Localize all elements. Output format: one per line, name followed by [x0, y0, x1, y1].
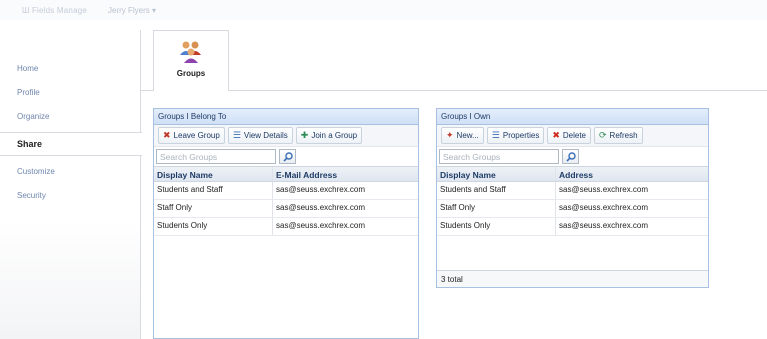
refresh-label: Refresh — [609, 131, 638, 140]
new-group-label: New... — [456, 131, 479, 140]
search-icon — [565, 151, 576, 162]
top-bar: Ш Fields Manage Jerry Flyers ▾ — [0, 0, 767, 20]
cell-address: sas@seuss.exchrex.com — [555, 182, 708, 199]
properties-icon: ☰ — [491, 130, 500, 140]
delete-icon: ✖ — [552, 130, 560, 140]
sidebar-item-share[interactable]: Share — [0, 132, 142, 156]
join-group-icon: ✚ — [300, 130, 309, 140]
tab-label: Groups — [176, 69, 206, 78]
search-button[interactable] — [279, 149, 296, 164]
cell-name: Students and Staff — [157, 185, 223, 194]
tab-strip-divider — [141, 90, 767, 91]
table-row[interactable]: Staff Only sas@seuss.exchrex.com — [154, 200, 418, 218]
column-header[interactable]: Display Name — [154, 167, 272, 181]
table-header: Display Name E-Mail Address — [154, 166, 418, 182]
panel-title: Groups I Belong To — [154, 109, 418, 125]
cell-email: sas@seuss.exchrex.com — [272, 182, 418, 199]
table-row[interactable]: Students and Staff sas@seuss.exchrex.com — [437, 182, 708, 200]
sidebar-item-profile[interactable]: Profile — [0, 88, 140, 102]
delete-label: Delete — [562, 131, 586, 140]
groups-own-panel: Groups I Own ✦ New... ☰ Properties ✖ Del… — [436, 108, 709, 288]
cell-name: Staff Only — [157, 203, 192, 212]
cell-address: sas@seuss.exchrex.com — [555, 218, 708, 235]
search-row: Search Groups — [154, 147, 418, 166]
table-header: Display Name Address — [437, 166, 708, 182]
table-row[interactable]: Students and Staff sas@seuss.exchrex.com — [154, 182, 418, 200]
search-row: Search Groups — [437, 147, 708, 166]
column-header[interactable]: Address — [555, 167, 708, 181]
cell-name: Students Only — [440, 221, 491, 230]
column-header[interactable]: E-Mail Address — [272, 167, 418, 181]
total-count: 3 total — [437, 270, 708, 287]
cell-name: Students Only — [157, 221, 208, 230]
table-row[interactable]: Staff Only sas@seuss.exchrex.com — [437, 200, 708, 218]
sidebar-item-security[interactable]: Security — [0, 191, 140, 205]
join-group-button[interactable]: ✚ Join a Group — [295, 127, 363, 144]
table-row[interactable]: Students Only sas@seuss.exchrex.com — [437, 218, 708, 236]
view-details-label: View Details — [243, 131, 288, 140]
user-menu[interactable]: Jerry Flyers ▾ — [108, 6, 156, 15]
sidebar-item-organize[interactable]: Organize — [0, 112, 140, 126]
properties-button[interactable]: ☰ Properties — [486, 127, 545, 144]
view-details-button[interactable]: ☰ View Details — [227, 127, 293, 144]
join-group-label: Join a Group — [311, 131, 358, 140]
sidebar-item-label: Home — [17, 64, 39, 73]
panel-title: Groups I Own — [437, 109, 708, 125]
groups-belong-panel: Groups I Belong To ✖ Leave Group ☰ View … — [153, 108, 419, 339]
refresh-button[interactable]: ⟳ Refresh — [594, 127, 643, 144]
breadcrumb[interactable]: Ш Fields Manage — [22, 6, 87, 15]
sidebar-item-label: Share — [17, 139, 43, 149]
sidebar-item-customize[interactable]: Customize — [0, 167, 140, 181]
sidebar-item-home[interactable]: Home — [0, 64, 140, 78]
cell-name: Staff Only — [440, 203, 475, 212]
search-input[interactable]: Search Groups — [156, 149, 276, 164]
cell-name: Students and Staff — [440, 185, 506, 194]
properties-label: Properties — [502, 131, 540, 140]
sidebar: Home Profile Organize Share Customize Se… — [0, 30, 142, 339]
search-icon — [282, 151, 293, 162]
sidebar-item-label: Organize — [17, 112, 50, 121]
new-group-button[interactable]: ✦ New... — [441, 127, 484, 144]
column-header[interactable]: Display Name — [437, 167, 555, 181]
search-input[interactable]: Search Groups — [439, 149, 559, 164]
sidebar-fade — [0, 219, 140, 339]
leave-group-button[interactable]: ✖ Leave Group — [158, 127, 225, 144]
cell-address: sas@seuss.exchrex.com — [555, 200, 708, 217]
search-button[interactable] — [562, 149, 579, 164]
refresh-icon: ⟳ — [599, 130, 607, 140]
toolbar: ✖ Leave Group ☰ View Details ✚ Join a Gr… — [154, 125, 418, 147]
details-icon: ☰ — [232, 130, 241, 140]
sidebar-item-label: Customize — [17, 167, 55, 176]
table-row[interactable]: Students Only sas@seuss.exchrex.com — [154, 218, 418, 236]
tab-groups[interactable]: Groups — [153, 30, 229, 91]
toolbar: ✦ New... ☰ Properties ✖ Delete ⟳ Refresh — [437, 125, 708, 147]
leave-group-label: Leave Group — [173, 131, 220, 140]
new-group-icon: ✦ — [446, 130, 454, 140]
cell-email: sas@seuss.exchrex.com — [272, 200, 418, 217]
sidebar-item-label: Security — [17, 191, 46, 200]
delete-button[interactable]: ✖ Delete — [547, 127, 591, 144]
sidebar-item-label: Profile — [17, 88, 40, 97]
groups-icon — [180, 41, 201, 63]
cell-email: sas@seuss.exchrex.com — [272, 218, 418, 235]
leave-group-icon: ✖ — [163, 130, 171, 140]
